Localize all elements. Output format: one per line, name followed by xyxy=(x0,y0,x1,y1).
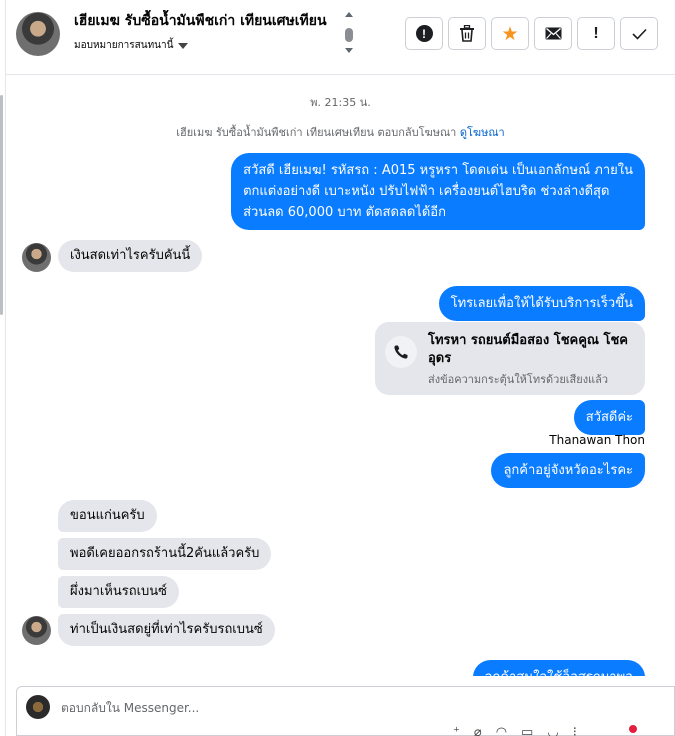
incoming-message[interactable]: เงินสดเท่าไรครับคันนี้ xyxy=(58,240,203,272)
gif-icon[interactable]: ◠ xyxy=(496,725,507,736)
contact-avatar-small[interactable] xyxy=(22,616,51,645)
trash-icon xyxy=(460,25,474,42)
reply-input[interactable]: ตอบกลับใน Messenger... xyxy=(61,699,199,718)
incoming-message[interactable]: ขอนแก่นครับ xyxy=(58,500,157,532)
assign-conversation-dropdown[interactable]: มอบหมายการสนทนานี้ xyxy=(74,38,346,53)
envelope-icon xyxy=(545,27,561,40)
message-line: สวัสดี เฮียเมฆ! รหัสรถ : A015 หรูหรา โดด… xyxy=(243,163,633,178)
check-icon xyxy=(631,28,647,40)
add-contact-icon[interactable]: ⁺ xyxy=(453,725,460,736)
page-avatar xyxy=(26,695,50,719)
ad-reply-notice-text: เฮียเมฆ รับซื้อน้ำมันพืชเก่า เทียนเศษเที… xyxy=(176,126,457,139)
incoming-message[interactable]: ท่าเป็นเงินสดยู่ที่เท่าไรครับรถเบนซ์ xyxy=(58,614,275,646)
title-scrollbar[interactable] xyxy=(344,12,354,56)
scroll-down-arrow-icon[interactable] xyxy=(345,48,353,53)
contact-avatar[interactable] xyxy=(16,12,60,56)
outgoing-message[interactable]: สวัสดีค่ะ xyxy=(573,400,645,435)
call-card-subtitle: ส่งข้อความกระตุ้นให้โทรด้วยเสียงแล้ว xyxy=(428,373,609,386)
contact-info: เฮียเมฆ รับซื้อน้ำมันพืชเก่า เทียนเศษเที… xyxy=(74,10,346,53)
view-ad-link[interactable]: ดูโฆษณา xyxy=(460,126,505,139)
outgoing-message[interactable]: ลูกค้าอยู่จังหวัดอะไรคะ xyxy=(491,453,645,488)
incoming-message[interactable]: พอดีเคยออกรถร้านนี้2คันแล้วครับ xyxy=(58,538,272,570)
conversation-header: เฮียเมฆ รับซื้อน้ำมันพืชเก่า เทียนเศษเที… xyxy=(6,0,675,75)
outgoing-message[interactable]: ลูกค้าสนใจใช้อ็อสรถมาพอ xyxy=(472,660,645,676)
contact-name[interactable]: เฮียเมฆ รับซื้อน้ำมันพืชเก่า เทียนเศษเที… xyxy=(74,10,346,32)
phone-icon xyxy=(385,336,417,368)
warning-circle-icon: ! xyxy=(415,25,433,42)
mark-unread-button[interactable] xyxy=(534,17,572,50)
attachment-icon[interactable]: ⌀ xyxy=(474,725,482,736)
message-thread[interactable]: พ. 21:35 น. เฮียเมฆ รับซื้อน้ำมันพืชเก่า… xyxy=(6,76,675,676)
contact-avatar-small[interactable] xyxy=(22,243,51,272)
report-spam-button[interactable]: ! xyxy=(405,17,443,50)
star-button[interactable]: ★ xyxy=(491,17,529,50)
delete-button[interactable] xyxy=(448,17,486,50)
call-request-card[interactable]: โทรหา รถยนต์มือสอง โชคคูณ โชค อุดร ส่งข้… xyxy=(375,322,645,395)
header-actions: ! ★ ! xyxy=(405,17,658,50)
agent-name: Thanawan Thon xyxy=(549,433,645,447)
left-scrollbar[interactable] xyxy=(0,95,3,315)
exclamation-icon: ! xyxy=(593,24,599,42)
assign-conversation-label: มอบหมายการสนทนานี้ xyxy=(74,40,174,51)
message-line: ตกแต่งอย่างดี เบาะหนัง ปรับไฟฟ้า เครื่อง… xyxy=(243,184,610,199)
emoji-icon[interactable]: ◡ xyxy=(547,725,558,736)
mark-done-button[interactable] xyxy=(620,17,658,50)
more-icon[interactable]: ⁝ xyxy=(573,725,577,736)
message-line: ส่วนลด 60,000 บาท ตัดสดลดได้อีก xyxy=(243,205,446,220)
saved-reply-icon[interactable]: ▭ xyxy=(521,725,533,736)
call-card-title: โทรหา รถยนต์มือสอง โชคคูณ โชค อุดร xyxy=(428,333,629,366)
follow-up-button[interactable]: ! xyxy=(577,17,615,50)
composer-toolbar: ⁺ ⌀ ◠ ▭ ◡ ⁝ xyxy=(453,725,577,736)
scroll-up-arrow-icon[interactable] xyxy=(345,12,353,17)
scroll-thumb[interactable] xyxy=(345,28,353,42)
message-timestamp: พ. 21:35 น. xyxy=(310,96,371,109)
ad-reply-notice: เฮียเมฆ รับซื้อน้ำมันพืชเก่า เทียนเศษเที… xyxy=(6,123,675,141)
notification-dot xyxy=(629,725,637,733)
incoming-message[interactable]: ผึ่งมาเห็นรถเบนซ์ xyxy=(58,576,179,608)
outgoing-message[interactable]: โทรเลยเพื่อให้ได้รับบริการเร็วขึ้น xyxy=(438,286,645,321)
reply-composer[interactable]: ตอบกลับใน Messenger... ⁺ ⌀ ◠ ▭ ◡ ⁝ xyxy=(16,686,675,736)
caret-down-icon xyxy=(178,42,189,49)
outgoing-message[interactable]: สวัสดี เฮียเมฆ! รหัสรถ : A015 หรูหรา โดด… xyxy=(231,153,645,230)
star-icon: ★ xyxy=(501,22,519,45)
